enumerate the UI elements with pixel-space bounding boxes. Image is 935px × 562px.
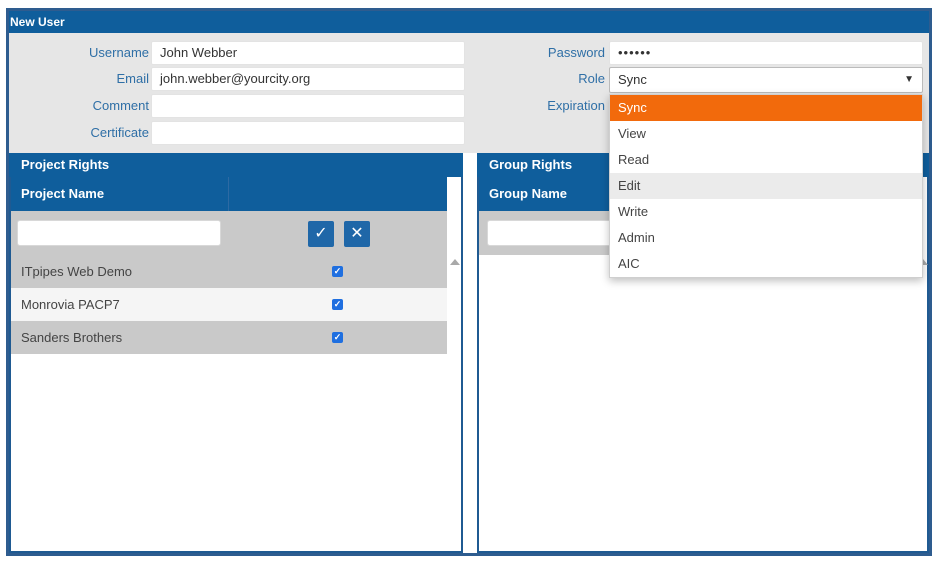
expiration-label: Expiration [547,98,605,113]
new-user-window: New User Username John Webber Email john… [6,8,932,556]
email-label: Email [116,71,149,86]
caret-down-icon: ▼ [904,74,914,85]
check-icon[interactable]: ✓ [308,221,334,247]
project-name-column-header[interactable]: Project Name [11,177,447,211]
role-option-edit[interactable]: Edit [610,173,922,199]
role-option-sync[interactable]: Sync [610,95,922,121]
table-row[interactable]: Sanders Brothers ✓ [11,321,447,354]
role-option-aic[interactable]: AIC [610,251,922,277]
role-label: Role [578,71,605,86]
comment-label: Comment [92,98,149,113]
comment-field[interactable] [151,94,465,118]
close-icon[interactable]: ✕ [344,221,370,247]
project-name-column-label: Project Name [21,186,105,201]
role-selected-value: Sync [618,72,647,87]
scroll-up-arrow-icon[interactable] [450,259,460,265]
role-dropdown-menu: Sync View Read Edit Write Admin AIC [609,94,923,278]
project-checkbox[interactable]: ✓ [332,266,343,277]
username-label: Username [89,45,149,60]
project-filter-row: ✓ ✕ [11,211,447,255]
email-field[interactable]: john.webber@yourcity.org [151,67,465,91]
project-rights-header: Project Rights [9,153,463,177]
certificate-label: Certificate [90,125,149,140]
project-name-cell: ITpipes Web Demo [21,264,133,279]
table-row[interactable]: ITpipes Web Demo ✓ [11,255,447,288]
password-field[interactable]: •••••• [609,41,923,65]
role-option-read[interactable]: Read [610,147,922,173]
certificate-field[interactable] [151,121,465,145]
project-checkbox[interactable]: ✓ [332,332,343,343]
role-option-admin[interactable]: Admin [610,225,922,251]
group-name-column-label: Group Name [489,186,568,201]
username-field[interactable]: John Webber [151,41,465,65]
password-label: Password [547,45,605,60]
table-row[interactable]: Monrovia PACP7 ✓ [11,288,447,321]
role-select[interactable]: Sync ▼ [609,67,923,93]
project-checkbox[interactable]: ✓ [332,299,343,310]
window-title: New User [9,11,929,33]
role-option-view[interactable]: View [610,121,922,147]
project-name-cell: Sanders Brothers [21,330,123,345]
project-name-cell: Monrovia PACP7 [21,297,120,312]
project-filter-input[interactable] [17,220,221,246]
role-option-write[interactable]: Write [610,199,922,225]
project-rights-panel: Project Name ✓ ✕ ITpipes Web Demo ✓ Monr… [9,177,463,553]
